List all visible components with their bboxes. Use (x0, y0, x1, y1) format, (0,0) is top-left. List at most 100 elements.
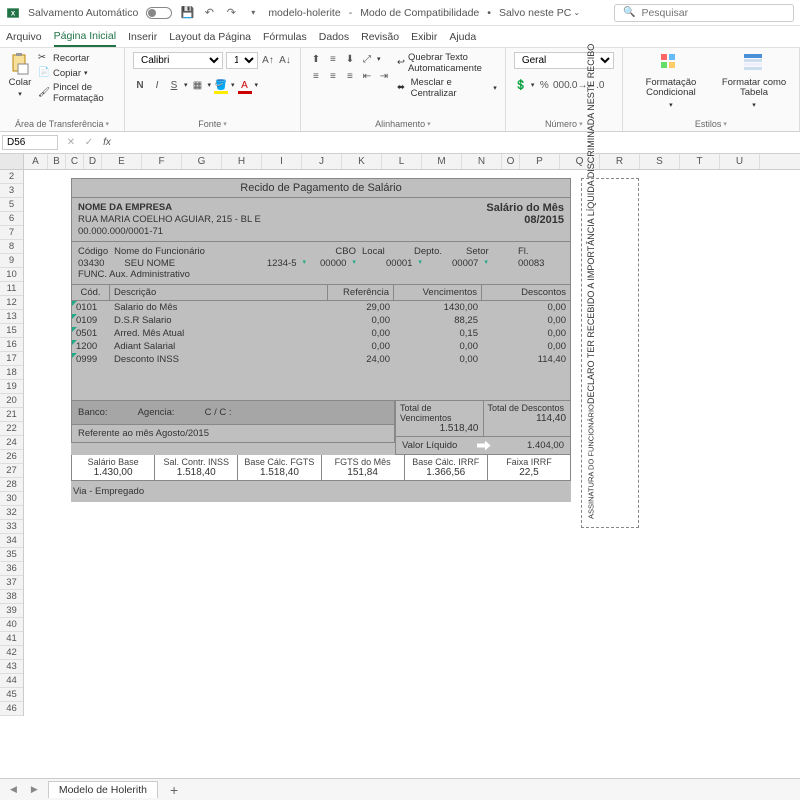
number-format-select[interactable]: Geral (514, 52, 614, 69)
row-header[interactable]: 44 (0, 674, 23, 688)
undo-icon[interactable]: ↶ (202, 6, 216, 20)
border-icon[interactable]: ▦ (190, 78, 204, 92)
row-header[interactable]: 39 (0, 604, 23, 618)
menu-pagina-inicial[interactable]: Página Inicial (54, 27, 116, 47)
row-header[interactable]: 11 (0, 282, 23, 296)
col-header[interactable]: A (24, 154, 48, 169)
row-header[interactable]: 2 (0, 170, 23, 184)
row-header[interactable]: 18 (0, 366, 23, 380)
select-all-corner[interactable] (0, 154, 24, 169)
qat-dropdown-icon[interactable]: ▾ (246, 6, 260, 20)
autosave-toggle[interactable] (146, 7, 172, 19)
accept-formula-icon[interactable]: ✓ (82, 136, 96, 150)
col-header[interactable]: T (680, 154, 720, 169)
col-header[interactable]: D (84, 154, 102, 169)
col-header[interactable]: C (66, 154, 84, 169)
col-header[interactable]: E (102, 154, 142, 169)
row-header[interactable]: 32 (0, 506, 23, 520)
align-top-icon[interactable]: ⬆ (309, 52, 323, 66)
col-header[interactable]: P (520, 154, 560, 169)
row-header[interactable]: 7 (0, 226, 23, 240)
fx-icon[interactable]: fx (100, 136, 114, 150)
tab-prev-icon[interactable]: ◀ (6, 784, 21, 795)
font-color-icon[interactable]: A (238, 78, 252, 92)
cut-button[interactable]: ✂Recortar (38, 52, 116, 64)
row-header[interactable]: 36 (0, 562, 23, 576)
conditional-format-button[interactable]: Formatação Condicional▾ (631, 52, 711, 119)
align-bottom-icon[interactable]: ⬇ (343, 52, 357, 66)
increase-font-icon[interactable]: A↑ (261, 54, 275, 68)
row-header[interactable]: 37 (0, 576, 23, 590)
col-header[interactable]: I (262, 154, 302, 169)
orientation-icon[interactable]: ⤢ (360, 52, 374, 66)
menu-ajuda[interactable]: Ajuda (449, 28, 476, 46)
tab-next-icon[interactable]: ▶ (27, 784, 42, 795)
row-header[interactable]: 28 (0, 478, 23, 492)
row-header[interactable]: 33 (0, 520, 23, 534)
row-header[interactable]: 34 (0, 534, 23, 548)
row-header[interactable]: 46 (0, 702, 23, 716)
row-header[interactable]: 43 (0, 660, 23, 674)
percent-icon[interactable]: % (537, 78, 551, 92)
underline-icon[interactable]: S (167, 78, 181, 92)
row-header[interactable]: 41 (0, 632, 23, 646)
col-header[interactable]: J (302, 154, 342, 169)
cancel-formula-icon[interactable]: ✕ (64, 136, 78, 150)
row-header[interactable]: 15 (0, 324, 23, 338)
indent-decrease-icon[interactable]: ⇤ (360, 69, 374, 83)
row-header[interactable]: 10 (0, 268, 23, 282)
save-icon[interactable]: 💾 (180, 6, 194, 20)
search-input[interactable] (641, 7, 785, 19)
menu-exibir[interactable]: Exibir (411, 28, 437, 46)
font-name-select[interactable]: Calibri (133, 52, 223, 69)
row-header[interactable]: 40 (0, 618, 23, 632)
row-header[interactable]: 22 (0, 422, 23, 436)
menu-dados[interactable]: Dados (319, 28, 349, 46)
row-header[interactable]: 20 (0, 394, 23, 408)
align-center-icon[interactable]: ≡ (326, 69, 340, 83)
wrap-text-button[interactable]: ↩Quebrar Texto Automaticamente (397, 52, 497, 74)
decimal-increase-icon[interactable]: .0→ (571, 78, 585, 92)
row-header[interactable]: 6 (0, 212, 23, 226)
indent-increase-icon[interactable]: ⇥ (377, 69, 391, 83)
row-header[interactable]: 19 (0, 380, 23, 394)
row-header[interactable]: 12 (0, 296, 23, 310)
col-header[interactable]: B (48, 154, 66, 169)
fill-color-icon[interactable]: 🪣 (214, 78, 228, 92)
menu-arquivo[interactable]: Arquivo (6, 28, 42, 46)
search-box[interactable]: 🔍 (614, 4, 794, 22)
row-header[interactable]: 9 (0, 254, 23, 268)
menu-revisao[interactable]: Revisão (361, 28, 399, 46)
col-header[interactable]: G (182, 154, 222, 169)
redo-icon[interactable]: ↷ (224, 6, 238, 20)
row-header[interactable]: 42 (0, 646, 23, 660)
name-box[interactable] (2, 135, 58, 150)
menu-layout[interactable]: Layout da Página (169, 28, 251, 46)
sheet-tab-active[interactable]: Modelo de Holerith (48, 781, 158, 798)
menu-inserir[interactable]: Inserir (128, 28, 157, 46)
row-header[interactable]: 27 (0, 464, 23, 478)
formula-input[interactable] (118, 137, 796, 148)
row-header[interactable]: 24 (0, 436, 23, 450)
row-header[interactable]: 35 (0, 548, 23, 562)
col-header[interactable]: K (342, 154, 382, 169)
row-header[interactable]: 26 (0, 450, 23, 464)
col-header[interactable]: F (142, 154, 182, 169)
bold-icon[interactable]: N (133, 78, 147, 92)
col-header[interactable]: U (720, 154, 760, 169)
row-header[interactable]: 5 (0, 198, 23, 212)
align-middle-icon[interactable]: ≡ (326, 52, 340, 66)
col-header[interactable]: R (600, 154, 640, 169)
spreadsheet-grid[interactable]: ABCDEFGHIJKLMNOPQRSTU 235678910111213151… (0, 154, 800, 716)
add-sheet-icon[interactable]: + (164, 782, 184, 798)
col-header[interactable]: O (502, 154, 520, 169)
align-right-icon[interactable]: ≡ (343, 69, 357, 83)
cells-area[interactable]: Recido de Pagamento de Salário NOME DA E… (24, 170, 800, 716)
col-header[interactable]: M (422, 154, 462, 169)
font-size-select[interactable]: 11 (226, 52, 258, 69)
format-painter-button[interactable]: 🖌Pincel de Formatação (38, 82, 116, 104)
row-header[interactable]: 17 (0, 352, 23, 366)
row-header[interactable]: 16 (0, 338, 23, 352)
menu-formulas[interactable]: Fórmulas (263, 28, 307, 46)
align-left-icon[interactable]: ≡ (309, 69, 323, 83)
